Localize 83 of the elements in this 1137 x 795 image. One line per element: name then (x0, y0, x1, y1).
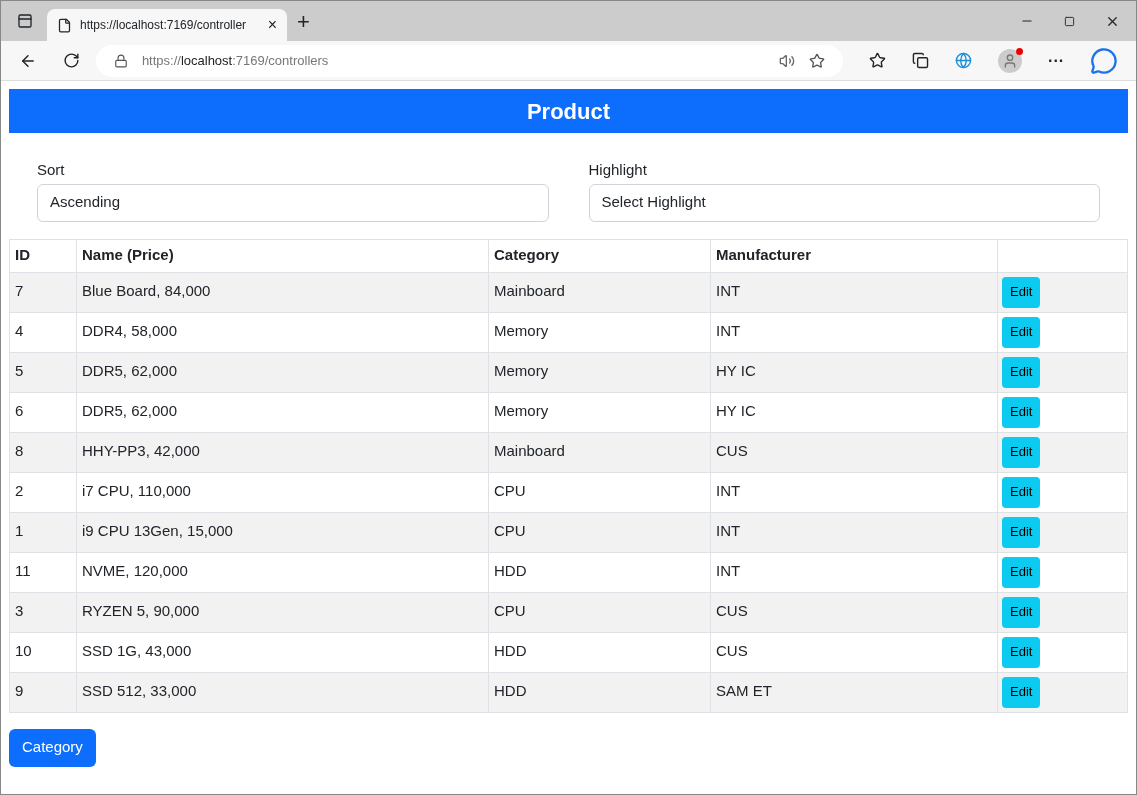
table-cell: DDR5, 62,000 (76, 392, 489, 432)
edit-button[interactable]: Edit (1002, 516, 1041, 548)
table-cell: CPU (488, 592, 711, 632)
chat-bubble-icon[interactable] (1090, 46, 1118, 75)
table-cell: 4 (9, 312, 77, 352)
table-cell: HDD (488, 632, 711, 672)
table-cell: SSD 512, 33,000 (76, 672, 489, 712)
table-cell: DDR5, 62,000 (76, 352, 489, 392)
table-cell: INT (710, 312, 998, 352)
table-cell: CPU (488, 472, 711, 512)
table-cell: 9 (9, 672, 77, 712)
table-cell: CUS (710, 432, 998, 472)
edit-button[interactable]: Edit (1002, 356, 1041, 388)
table-cell: 5 (9, 352, 77, 392)
table-cell: i9 CPU 13Gen, 15,000 (76, 512, 489, 552)
edit-button[interactable]: Edit (1002, 636, 1041, 668)
tab-close-button[interactable]: × (267, 13, 277, 37)
table-cell: INT (710, 512, 998, 552)
new-tab-button[interactable]: + (287, 1, 320, 41)
table-cell: Memory (488, 352, 711, 392)
table-cell: HY IC (710, 352, 998, 392)
filter-label: Highlight (588, 160, 648, 180)
profile-avatar[interactable] (998, 48, 1023, 73)
table-cell: INT (710, 472, 998, 512)
edit-button[interactable]: Edit (1002, 476, 1041, 508)
more-button[interactable]: ··· (1048, 48, 1065, 73)
tab-actions-icon[interactable] (17, 13, 33, 29)
table-cell: HDD (488, 672, 711, 712)
table-cell: HY IC (710, 392, 998, 432)
table-cell: 7 (9, 272, 77, 312)
table-cell: 1 (9, 512, 77, 552)
tab-title: https://localhost:7169/controller (80, 17, 248, 34)
table-cell: Mainboard (488, 272, 711, 312)
add-favorite-icon[interactable] (809, 52, 826, 69)
edit-button[interactable]: Edit (1002, 436, 1041, 468)
table-cell: NVME, 120,000 (76, 552, 489, 592)
table-cell: SAM ET (710, 672, 998, 712)
page-header: Product (9, 89, 1128, 133)
table-cell: 8 (9, 432, 77, 472)
maximize-icon[interactable] (1064, 15, 1075, 27)
favorites-icon[interactable] (869, 52, 887, 69)
browser-tab[interactable]: https://localhost:7169/controller × (47, 9, 287, 41)
table-cell: HHY-PP3, 42,000 (76, 432, 489, 472)
category-button[interactable]: Category (9, 728, 96, 767)
table-cell: SSD 1G, 43,000 (76, 632, 489, 672)
edit-button[interactable]: Edit (1002, 676, 1041, 708)
url-text: https://localhost:7169/controllers (141, 51, 330, 70)
table-cell: DDR4, 58,000 (76, 312, 489, 352)
address-bar[interactable]: https://localhost:7169/controllers (95, 44, 844, 77)
reload-icon[interactable] (62, 52, 80, 69)
table-cell: 3 (9, 592, 77, 632)
table-cell: CUS (710, 592, 998, 632)
table-cell: CPU (488, 512, 711, 552)
column-header: Name (Price) (76, 239, 489, 272)
edit-button[interactable]: Edit (1002, 276, 1041, 308)
column-header: Manufacturer (710, 239, 998, 272)
table-cell: 10 (9, 632, 77, 672)
table-cell: 2 (9, 472, 77, 512)
table-cell: Memory (488, 312, 711, 352)
edit-button[interactable]: Edit (1002, 556, 1041, 588)
read-aloud-icon[interactable] (779, 52, 796, 69)
column-header: Category (488, 239, 711, 272)
select-field[interactable]: Select Highlight (588, 183, 1100, 222)
lock-icon (113, 53, 128, 68)
table-cell: i7 CPU, 110,000 (76, 472, 489, 512)
table-cell: RYZEN 5, 90,000 (76, 592, 489, 632)
edit-button[interactable]: Edit (1002, 596, 1041, 628)
collections-icon[interactable] (912, 52, 930, 69)
edit-button[interactable]: Edit (1002, 316, 1041, 348)
table-cell: Memory (488, 392, 711, 432)
table-cell: INT (710, 552, 998, 592)
table-cell: INT (710, 272, 998, 312)
table-cell: 6 (9, 392, 77, 432)
table-cell: Blue Board, 84,000 (76, 272, 489, 312)
edit-button[interactable]: Edit (1002, 396, 1041, 428)
select-field[interactable]: Ascending (37, 183, 549, 222)
table-cell: CUS (710, 632, 998, 672)
filter-label: Sort (37, 160, 66, 180)
table-cell: HDD (488, 552, 711, 592)
column-header: ID (9, 239, 77, 272)
table-cell: 11 (9, 552, 77, 592)
page-icon (57, 17, 72, 33)
table-cell: Mainboard (488, 432, 711, 472)
